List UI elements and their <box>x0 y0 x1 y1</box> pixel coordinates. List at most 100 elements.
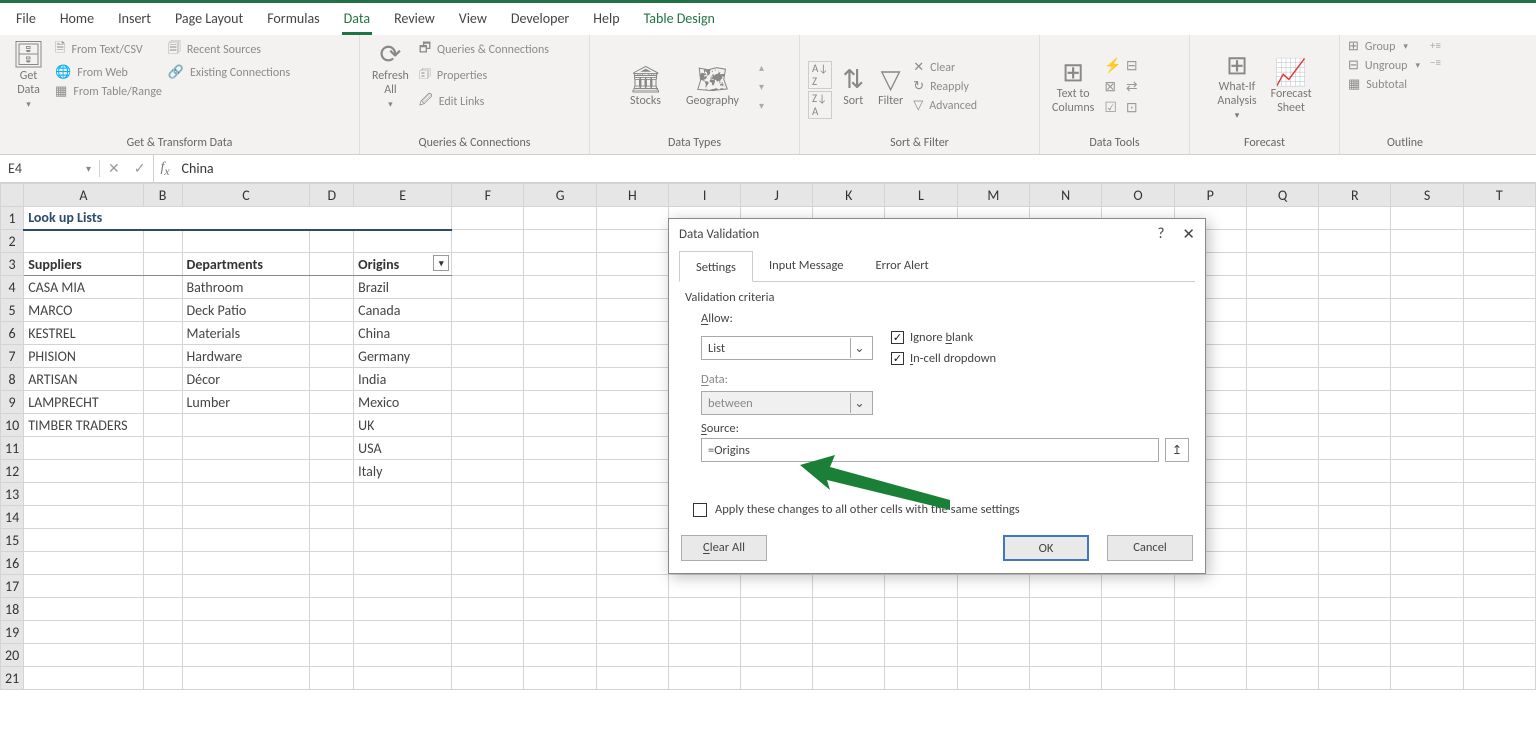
reapply-filter[interactable]: ↻Reapply <box>913 79 977 94</box>
cell[interactable] <box>1391 644 1463 667</box>
cell[interactable] <box>1246 529 1318 552</box>
cell[interactable] <box>596 667 668 690</box>
cell[interactable] <box>1174 644 1246 667</box>
col-header[interactable]: F <box>452 184 524 207</box>
cell[interactable] <box>182 552 310 575</box>
get-data-button[interactable]: 🗄 Get Data ▾ <box>8 39 49 112</box>
cell[interactable] <box>1246 368 1318 391</box>
col-header[interactable]: J <box>741 184 813 207</box>
cell[interactable] <box>310 345 354 368</box>
cell[interactable] <box>1463 621 1535 644</box>
recent-sources[interactable]: 🗐Recent Sources <box>168 39 290 61</box>
cell[interactable] <box>182 437 310 460</box>
cell[interactable] <box>143 575 182 598</box>
cell[interactable] <box>452 230 524 253</box>
row-header[interactable]: 17 <box>1 575 24 598</box>
cell[interactable] <box>1463 391 1535 414</box>
cell[interactable] <box>1463 207 1535 230</box>
cell[interactable]: Italy <box>354 460 452 483</box>
cell[interactable] <box>596 552 668 575</box>
cell[interactable] <box>669 667 741 690</box>
cell[interactable]: PHISION <box>24 345 143 368</box>
cell[interactable] <box>596 529 668 552</box>
cell[interactable] <box>452 253 524 276</box>
cell[interactable] <box>354 506 452 529</box>
cell[interactable] <box>885 667 957 690</box>
cell[interactable] <box>669 644 741 667</box>
cell[interactable] <box>524 276 596 299</box>
cell[interactable] <box>524 414 596 437</box>
cell[interactable] <box>452 529 524 552</box>
cell[interactable] <box>1463 460 1535 483</box>
cell[interactable] <box>1174 667 1246 690</box>
cell[interactable] <box>24 483 143 506</box>
queries-connections[interactable]: 🗗Queries & Connections <box>419 39 549 61</box>
cancel-button[interactable]: Cancel <box>1107 535 1193 561</box>
cell[interactable] <box>310 552 354 575</box>
cell[interactable] <box>310 529 354 552</box>
cell[interactable] <box>596 506 668 529</box>
sort-button[interactable]: ⇅Sort <box>838 64 868 110</box>
cell[interactable] <box>24 644 143 667</box>
cell[interactable] <box>182 506 310 529</box>
cell[interactable] <box>1246 575 1318 598</box>
row-header[interactable]: 8 <box>1 368 24 391</box>
cell[interactable] <box>596 598 668 621</box>
cell[interactable] <box>1391 529 1463 552</box>
cell[interactable] <box>143 345 182 368</box>
menu-table-design[interactable]: Table Design <box>632 6 727 35</box>
cell[interactable] <box>1391 391 1463 414</box>
cell[interactable] <box>524 598 596 621</box>
cell[interactable] <box>1319 368 1391 391</box>
cell[interactable]: Canada <box>354 299 452 322</box>
cell[interactable]: LAMPRECHT <box>24 391 143 414</box>
cell[interactable] <box>596 621 668 644</box>
cell[interactable]: TIMBER TRADERS <box>24 414 143 437</box>
cell[interactable] <box>354 667 452 690</box>
cell[interactable] <box>1391 575 1463 598</box>
cell[interactable] <box>813 575 885 598</box>
clear-filter[interactable]: ✕Clear <box>913 60 977 75</box>
cell[interactable] <box>452 667 524 690</box>
cell[interactable] <box>1246 391 1318 414</box>
cell[interactable] <box>1319 667 1391 690</box>
col-header[interactable]: P <box>1174 184 1246 207</box>
cell[interactable] <box>143 621 182 644</box>
cell[interactable] <box>1174 598 1246 621</box>
cell[interactable] <box>310 460 354 483</box>
cell[interactable] <box>310 667 354 690</box>
cell[interactable] <box>596 345 668 368</box>
cell[interactable] <box>24 230 143 253</box>
cell[interactable] <box>452 299 524 322</box>
tab-input-message[interactable]: Input Message <box>753 250 860 281</box>
cell[interactable] <box>310 621 354 644</box>
cell[interactable] <box>452 414 524 437</box>
scroll-up-icon[interactable]: ▴ <box>759 61 764 74</box>
cell[interactable] <box>24 529 143 552</box>
cell[interactable] <box>1391 460 1463 483</box>
cell[interactable] <box>1246 207 1318 230</box>
row-header[interactable]: 19 <box>1 621 24 644</box>
ok-button[interactable]: OK <box>1003 535 1089 561</box>
cell[interactable] <box>596 437 668 460</box>
cell[interactable] <box>524 253 596 276</box>
cell[interactable] <box>354 575 452 598</box>
cell[interactable] <box>1463 230 1535 253</box>
cell[interactable] <box>1246 299 1318 322</box>
cell[interactable] <box>524 368 596 391</box>
cell[interactable] <box>1391 299 1463 322</box>
cell[interactable] <box>452 207 524 230</box>
cell[interactable] <box>1319 345 1391 368</box>
cell[interactable] <box>885 644 957 667</box>
cell[interactable] <box>1246 552 1318 575</box>
cell[interactable] <box>452 483 524 506</box>
data-validation-icon[interactable]: ☑ <box>1104 99 1121 116</box>
cell[interactable]: UK <box>354 414 452 437</box>
cell[interactable] <box>1246 437 1318 460</box>
cell[interactable] <box>452 391 524 414</box>
cell[interactable] <box>524 644 596 667</box>
cell[interactable] <box>1319 391 1391 414</box>
col-header[interactable]: C <box>182 184 310 207</box>
cell[interactable] <box>596 276 668 299</box>
cell[interactable] <box>182 230 310 253</box>
